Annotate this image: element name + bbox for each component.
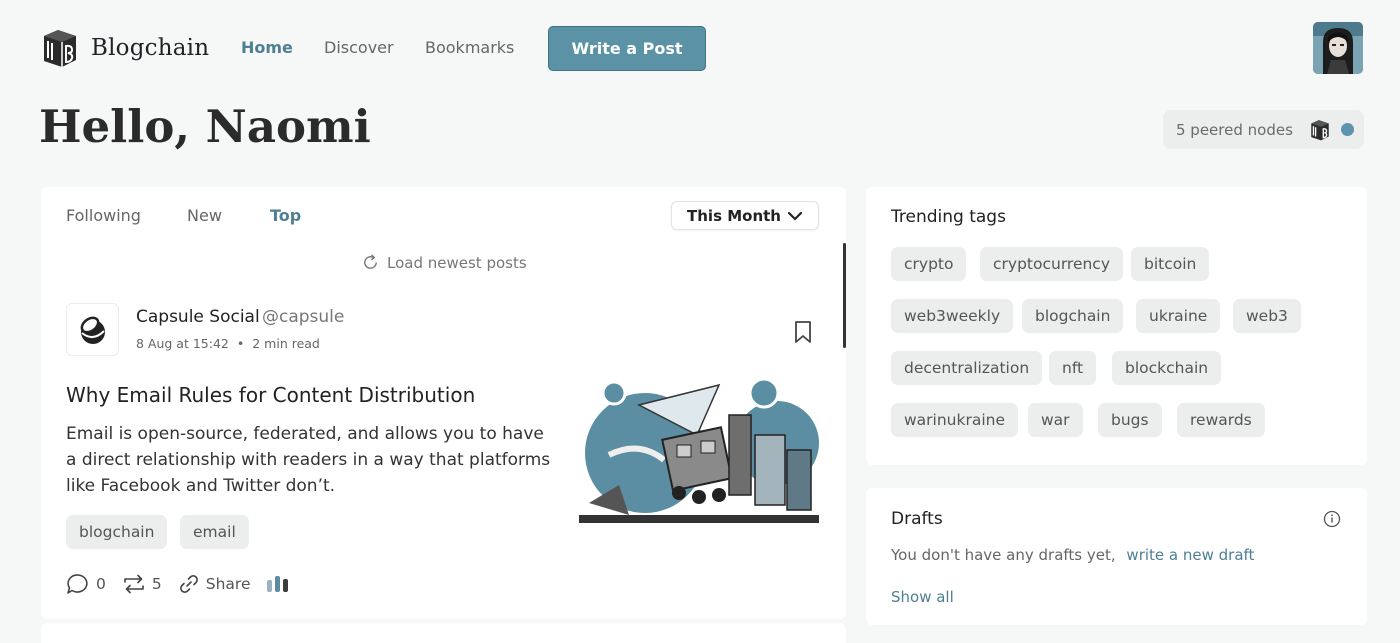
write-post-button[interactable]: Write a Post: [548, 26, 706, 71]
link-icon: [179, 575, 198, 593]
comments-count: 0: [96, 575, 106, 593]
show-all-drafts-link[interactable]: Show all: [891, 588, 954, 606]
feed-scrollbar[interactable]: [843, 243, 846, 348]
post-excerpt[interactable]: Email is open-source, federated, and all…: [66, 421, 556, 499]
period-label: This Month: [687, 206, 781, 225]
share-label: Share: [205, 575, 251, 593]
trending-tag[interactable]: bugs: [1098, 403, 1162, 437]
peered-nodes-status[interactable]: 5 peered nodes: [1163, 110, 1364, 149]
tab-new[interactable]: New: [187, 206, 222, 225]
post-cover-image[interactable]: [579, 375, 819, 523]
trending-tag[interactable]: ukraine: [1136, 299, 1221, 333]
drafts-empty-text: You don't have any drafts yet,: [891, 546, 1116, 564]
load-newest-label: Load newest posts: [387, 253, 527, 272]
trending-tag[interactable]: bitcoin: [1131, 247, 1210, 281]
post-author-name[interactable]: Capsule Social: [136, 307, 260, 327]
next-post-card: [41, 623, 846, 643]
post-feed: Following New Top This Month Load newest…: [41, 187, 846, 619]
trending-tag[interactable]: web3: [1233, 299, 1301, 333]
chevron-down-icon: [787, 211, 803, 221]
trending-tag[interactable]: blogchain: [1022, 299, 1124, 333]
post-title[interactable]: Why Email Rules for Content Distribution: [66, 383, 475, 407]
trending-tag[interactable]: rewards: [1177, 403, 1265, 437]
post-stats-button[interactable]: [266, 574, 296, 594]
drafts-empty-message: You don't have any drafts yet, write a n…: [891, 546, 1254, 564]
trending-tag[interactable]: decentralization: [891, 351, 1043, 385]
user-avatar[interactable]: [1313, 22, 1363, 74]
trending-tags-panel: Trending tags crypto cryptocurrency bitc…: [866, 187, 1367, 465]
load-newest-button[interactable]: Load newest posts: [361, 253, 527, 272]
repost-button[interactable]: 5: [122, 573, 162, 595]
blogchain-node-icon: [1311, 119, 1329, 140]
trending-tag[interactable]: cryptocurrency: [980, 247, 1123, 281]
trending-tag[interactable]: warinukraine: [891, 403, 1019, 437]
blogchain-logo-icon: [44, 30, 76, 67]
post-date: 8 Aug at 15:42: [136, 336, 229, 351]
post-author-avatar[interactable]: [66, 303, 119, 356]
peered-nodes-label: 5 peered nodes: [1176, 120, 1293, 139]
trending-tag[interactable]: war: [1028, 403, 1083, 437]
trending-tag[interactable]: web3weekly: [891, 299, 1014, 333]
app-name: Blogchain: [91, 35, 210, 61]
period-dropdown[interactable]: This Month: [671, 201, 819, 230]
capsule-logo-icon: [80, 316, 105, 344]
app-logo[interactable]: Blogchain: [40, 26, 209, 70]
trending-tags-title: Trending tags: [891, 207, 1006, 227]
page-greeting: Hello, Naomi: [39, 100, 371, 153]
refresh-icon: [364, 254, 377, 269]
bookmark-icon[interactable]: [793, 320, 813, 344]
tab-following[interactable]: Following: [66, 206, 141, 225]
post-actions: 0 5 Share: [66, 573, 296, 595]
nav-bookmarks[interactable]: Bookmarks: [425, 38, 514, 57]
comments-button[interactable]: 0: [66, 573, 106, 595]
post-read-time: 2 min read: [252, 336, 320, 351]
meta-separator: •: [236, 336, 245, 351]
post-tag-email[interactable]: email: [180, 515, 249, 549]
write-new-draft-link[interactable]: write a new draft: [1126, 546, 1254, 564]
node-status-dot: [1340, 123, 1354, 136]
trending-tag[interactable]: crypto: [891, 247, 967, 281]
post-meta: 8 Aug at 15:42 • 2 min read: [136, 336, 320, 351]
repost-icon: [124, 574, 144, 594]
drafts-title: Drafts: [891, 509, 943, 529]
avatar-illustration: [1313, 22, 1363, 74]
drafts-panel: Drafts You don't have any drafts yet, wr…: [866, 488, 1367, 625]
post-author-handle[interactable]: @capsule: [262, 307, 344, 327]
top-navigation: Blogchain Home Discover Bookmarks Write …: [0, 0, 1400, 96]
nav-discover[interactable]: Discover: [324, 38, 394, 57]
repost-count: 5: [151, 575, 162, 593]
trending-tag[interactable]: blockchain: [1112, 351, 1222, 385]
nav-home[interactable]: Home: [241, 38, 293, 57]
comment-icon: [67, 574, 88, 594]
info-icon[interactable]: [1323, 510, 1341, 528]
post-tag-blogchain[interactable]: blogchain: [66, 515, 168, 549]
trending-tag[interactable]: nft: [1049, 351, 1097, 385]
tab-top[interactable]: Top: [270, 206, 301, 225]
share-button[interactable]: Share: [178, 573, 251, 595]
bar-chart-icon: [267, 576, 289, 592]
